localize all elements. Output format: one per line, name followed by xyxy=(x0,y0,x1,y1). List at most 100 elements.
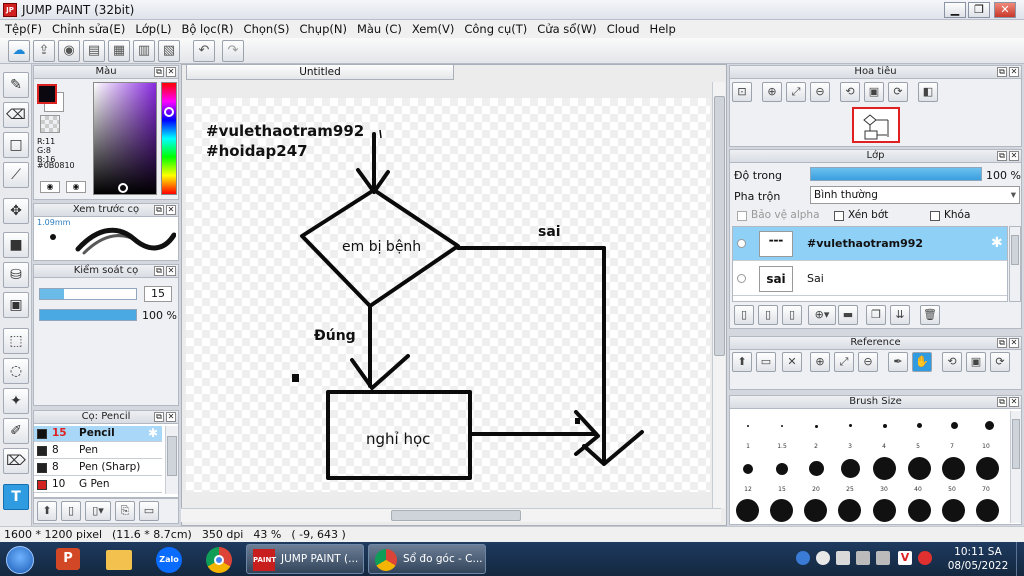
menu-view[interactable]: Xem(V) xyxy=(407,20,459,36)
layer-opacity-slider[interactable] xyxy=(810,167,982,181)
brush-size-dot[interactable] xyxy=(841,459,860,478)
reset-rotation-icon[interactable]: ▣ xyxy=(864,82,884,102)
select-rect-tool-icon[interactable]: ⬚ xyxy=(3,328,29,354)
reset-icon[interactable]: ▣ xyxy=(966,352,986,372)
float-icon[interactable]: ⧉ xyxy=(997,151,1007,161)
folder-icon[interactable]: ▭ xyxy=(139,501,159,521)
copy-brush-icon[interactable]: ⎘ xyxy=(115,501,135,521)
float-icon[interactable]: ⧉ xyxy=(997,338,1007,348)
brush-item-pen-sharp[interactable]: 8 Pen (Sharp) xyxy=(34,460,162,476)
protect-alpha-checkbox[interactable] xyxy=(737,211,747,221)
rotate-left-icon[interactable]: ⟲ xyxy=(840,82,860,102)
layer-item-selected[interactable]: ▬▬▬ #vulethaotram992 ✱ xyxy=(733,227,1007,261)
float-icon[interactable]: ⧉ xyxy=(154,67,164,77)
gear-icon[interactable]: ✱ xyxy=(148,426,158,441)
unikey-icon[interactable]: V xyxy=(898,551,912,565)
fit-window-icon[interactable]: ⤢ xyxy=(786,82,806,102)
menu-filter[interactable]: Bộ lọc(R) xyxy=(176,20,238,36)
color-mode-icon[interactable]: ◉ xyxy=(40,181,60,193)
float-icon[interactable]: ⧉ xyxy=(997,397,1007,407)
brush-size-dot[interactable] xyxy=(776,463,788,475)
scroll-thumb[interactable] xyxy=(1011,235,1019,265)
transparent-swatch[interactable] xyxy=(40,115,60,133)
float-icon[interactable]: ⧉ xyxy=(154,205,164,215)
brush-size-dot[interactable] xyxy=(908,457,931,480)
brush-size-dot[interactable] xyxy=(873,499,896,522)
menu-window[interactable]: Cửa sổ(W) xyxy=(532,20,601,36)
brush-size-dot[interactable] xyxy=(743,464,753,474)
hand-icon[interactable]: ✋ xyxy=(912,352,932,372)
powerpoint-icon[interactable]: P xyxy=(46,544,92,574)
brush-size-dot[interactable] xyxy=(985,421,994,430)
panel-close-icon[interactable]: ✕ xyxy=(166,412,176,422)
layer-list-scrollbar[interactable] xyxy=(1009,226,1021,302)
taskbar-window-chrome[interactable]: Sổ đo góc - C... xyxy=(368,544,486,574)
battery-icon[interactable] xyxy=(856,551,870,565)
menu-select[interactable]: Chọn(S) xyxy=(239,20,295,36)
panel-close-icon[interactable]: ✕ xyxy=(1009,151,1019,161)
new-brush-icon[interactable]: ▯ xyxy=(61,501,81,521)
new-layer-icon[interactable]: ▯ xyxy=(734,305,754,325)
speech-bubble-icon[interactable]: ◉ xyxy=(58,40,80,62)
lasso-tool-icon[interactable]: ◌ xyxy=(3,358,29,384)
brush-size-dot[interactable] xyxy=(849,424,852,427)
brush-size-dot[interactable] xyxy=(951,422,958,429)
brush-size-dot[interactable] xyxy=(873,457,896,480)
float-icon[interactable]: ⧉ xyxy=(154,266,164,276)
undo-icon[interactable]: ↶ xyxy=(193,40,215,62)
new-layer-8bit-icon[interactable]: ▯ xyxy=(758,305,778,325)
document-tab[interactable]: Untitled xyxy=(186,64,454,80)
layer-item[interactable]: sai Sai xyxy=(733,262,1007,296)
balloon-icon[interactable]: ▤ xyxy=(83,40,105,62)
hue-slider[interactable] xyxy=(161,82,177,195)
eye-icon[interactable] xyxy=(737,274,746,283)
vertical-scroll-thumb[interactable] xyxy=(714,96,725,356)
lock-checkbox[interactable] xyxy=(930,211,940,221)
clock[interactable]: 10:11 SA 08/05/2022 xyxy=(946,545,1010,573)
network-tray-icon[interactable] xyxy=(796,551,810,565)
duplicate-layer-icon[interactable]: ❐ xyxy=(866,305,886,325)
cloud-brush-icon[interactable]: ⬆ xyxy=(37,501,57,521)
fit-icon[interactable]: ⤢ xyxy=(834,352,854,372)
float-icon[interactable]: ⧉ xyxy=(154,412,164,422)
menu-tools[interactable]: Công cụ(T) xyxy=(459,20,532,36)
rotate-right-icon[interactable]: ⟳ xyxy=(888,82,908,102)
bucket-tool-icon[interactable]: ⛁ xyxy=(3,262,29,288)
gradient-tool-icon[interactable]: ▣ xyxy=(3,292,29,318)
zoom-out-icon[interactable]: ⊖ xyxy=(810,82,830,102)
panel-close-icon[interactable]: ✕ xyxy=(166,205,176,215)
panel-close-icon[interactable]: ✕ xyxy=(1009,338,1019,348)
eyedropper-icon[interactable]: ✒ xyxy=(888,352,908,372)
alert-tray-icon[interactable] xyxy=(918,551,932,565)
cloud-reference-icon[interactable]: ⬆ xyxy=(732,352,752,372)
menu-capture[interactable]: Chụp(N) xyxy=(294,20,351,36)
move-tool-icon[interactable]: ✥ xyxy=(3,198,29,224)
zoom-in-icon[interactable]: ⊕ xyxy=(810,352,830,372)
brush-size-dot[interactable] xyxy=(781,425,783,427)
brush-item-pencil[interactable]: 15 Pencil ✱ xyxy=(34,426,162,442)
show-desktop-button[interactable] xyxy=(1016,542,1024,576)
taskbar-window-jump-paint[interactable]: PAINT JUMP PAINT (... xyxy=(246,544,364,574)
menu-layer[interactable]: Lớp(L) xyxy=(130,20,176,36)
brush-size-scrollbar[interactable] xyxy=(1010,411,1021,523)
menu-color[interactable]: Màu (C) xyxy=(352,20,407,36)
panel-close-icon[interactable]: ✕ xyxy=(166,266,176,276)
open-reference-icon[interactable]: ▭ xyxy=(756,352,776,372)
start-button[interactable] xyxy=(6,546,34,574)
brush-size-dot[interactable] xyxy=(917,423,922,428)
new-layer-1bit-icon[interactable]: ▯ xyxy=(782,305,802,325)
panel-close-icon[interactable]: ✕ xyxy=(166,67,176,77)
menu-help[interactable]: Help xyxy=(645,20,681,36)
rotate-right-icon[interactable]: ⟳ xyxy=(990,352,1010,372)
document-canvas[interactable]: #vulethaotram992 #hoidap247 em bị bệnh s… xyxy=(186,98,710,492)
fill-rect-tool-icon[interactable]: ■ xyxy=(3,232,29,258)
minimize-button[interactable]: ▁ xyxy=(944,2,966,18)
color-set-icon[interactable]: ◉ xyxy=(66,181,86,193)
line-tool-icon[interactable]: ⟋ xyxy=(3,162,29,188)
vertical-scrollbar[interactable] xyxy=(712,82,725,508)
delete-layer-icon[interactable]: 🗑 xyxy=(920,305,940,325)
rectangle-tool-icon[interactable]: □ xyxy=(3,132,29,158)
restore-button[interactable]: ❐ xyxy=(968,2,990,18)
blend-mode-select[interactable]: Bình thường ▾ xyxy=(810,186,1020,204)
select-pen-tool-icon[interactable]: ✐ xyxy=(3,418,29,444)
